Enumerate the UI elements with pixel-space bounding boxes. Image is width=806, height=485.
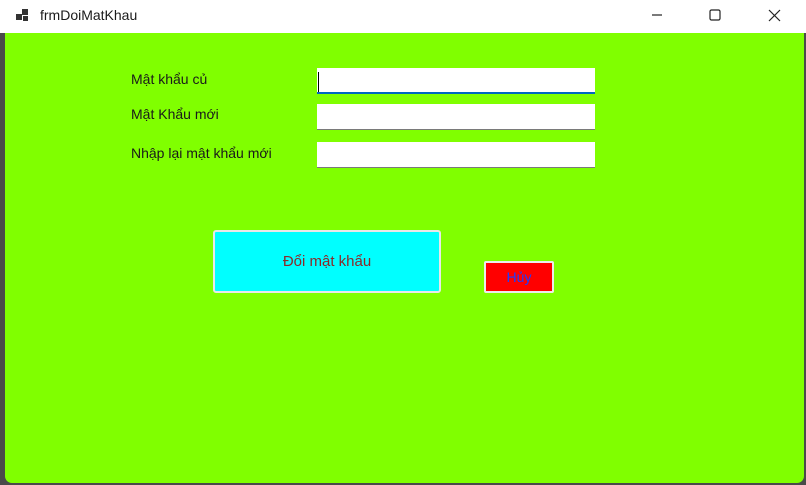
cancel-button[interactable]: Hủy [484, 261, 554, 293]
close-button[interactable] [745, 0, 803, 30]
minimize-icon [651, 9, 663, 21]
old-password-label: Mật khẩu củ [131, 71, 208, 87]
window-title: frmDoiMatKhau [40, 7, 138, 23]
new-password-field[interactable] [317, 104, 595, 130]
confirm-password-field[interactable] [317, 142, 595, 168]
maximize-icon [709, 9, 721, 21]
form-client-area: Mật khẩu củ Mật Khẩu mới Nhập lại mật kh… [5, 33, 804, 483]
new-password-label: Mật Khẩu mới [131, 106, 219, 122]
title-bar[interactable]: frmDoiMatKhau [0, 0, 806, 33]
app-window-icon [16, 9, 30, 23]
confirm-password-label: Nhập lại mật khẩu mới [131, 145, 272, 161]
minimize-button[interactable] [628, 0, 686, 30]
text-caret [318, 72, 319, 92]
old-password-field[interactable] [317, 68, 595, 94]
close-icon [768, 9, 781, 22]
maximize-button[interactable] [686, 0, 744, 30]
change-password-button[interactable]: Đổi mật khẩu [213, 230, 441, 293]
password-change-window: frmDoiMatKhau Mật khẩu củ Mật Khẩu mới N… [0, 0, 806, 485]
